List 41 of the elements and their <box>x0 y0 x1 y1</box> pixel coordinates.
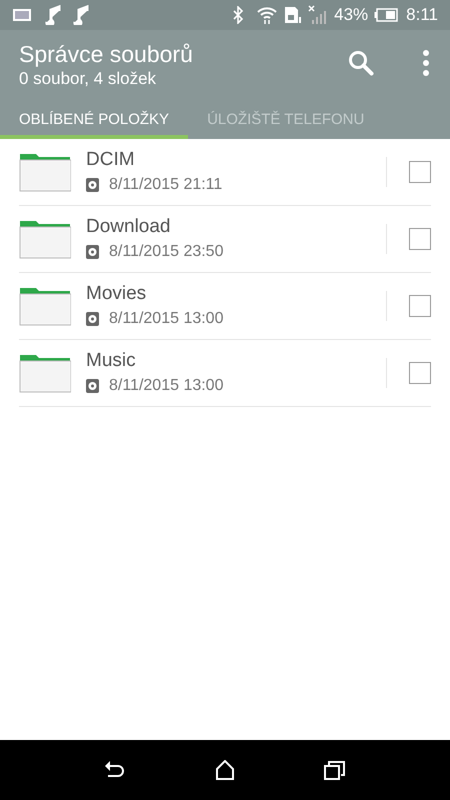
battery-icon <box>374 8 398 22</box>
folder-name: DCIM <box>86 148 136 172</box>
folder-count-subtitle: 0 soubor, 4 složek <box>19 68 158 90</box>
image-notification-icon <box>12 8 32 22</box>
music-note-icon <box>72 5 90 25</box>
folder-icon <box>19 286 71 326</box>
wifi-icon <box>256 5 278 25</box>
checkbox[interactable] <box>409 295 431 317</box>
signal-icon <box>308 5 328 25</box>
checkbox[interactable] <box>409 161 431 183</box>
folder-row[interactable]: Music 8/11/2015 13:00 <box>19 340 431 407</box>
app-title: Správce souborů <box>19 40 194 68</box>
folder-name: Music <box>86 348 137 372</box>
modified-date: 8/11/2015 13:00 <box>109 376 224 396</box>
bluetooth-icon <box>232 6 244 24</box>
folder-name: Movies <box>86 282 148 306</box>
storage-icon <box>86 312 99 326</box>
battery-percent: 43% <box>334 4 368 26</box>
folder-icon <box>19 353 71 393</box>
sim-card-icon <box>284 6 302 24</box>
storage-icon <box>86 378 99 392</box>
recent-apps-icon[interactable] <box>324 760 346 780</box>
storage-icon <box>86 178 99 192</box>
folder-row[interactable]: Movies 8/11/2015 13:00 <box>19 273 431 340</box>
music-note-icon <box>44 5 62 25</box>
folder-row[interactable]: Download 8/11/2015 23:50 <box>19 206 431 273</box>
modified-date: 8/11/2015 23:50 <box>109 242 224 262</box>
folder-name: Download <box>86 214 172 238</box>
clock-time: 8:11 <box>406 4 438 26</box>
modified-date: 8/11/2015 21:11 <box>109 174 222 194</box>
search-icon[interactable] <box>348 50 374 76</box>
storage-icon <box>86 244 99 258</box>
back-icon[interactable] <box>104 760 126 780</box>
checkbox[interactable] <box>409 228 431 250</box>
folder-icon <box>19 219 71 259</box>
modified-date: 8/11/2015 13:00 <box>109 308 224 328</box>
home-icon[interactable] <box>214 760 235 780</box>
more-options-icon[interactable] <box>422 50 430 76</box>
folder-icon <box>19 152 71 192</box>
folder-row[interactable]: DCIM 8/11/2015 21:11 <box>19 139 431 206</box>
checkbox[interactable] <box>409 362 431 384</box>
